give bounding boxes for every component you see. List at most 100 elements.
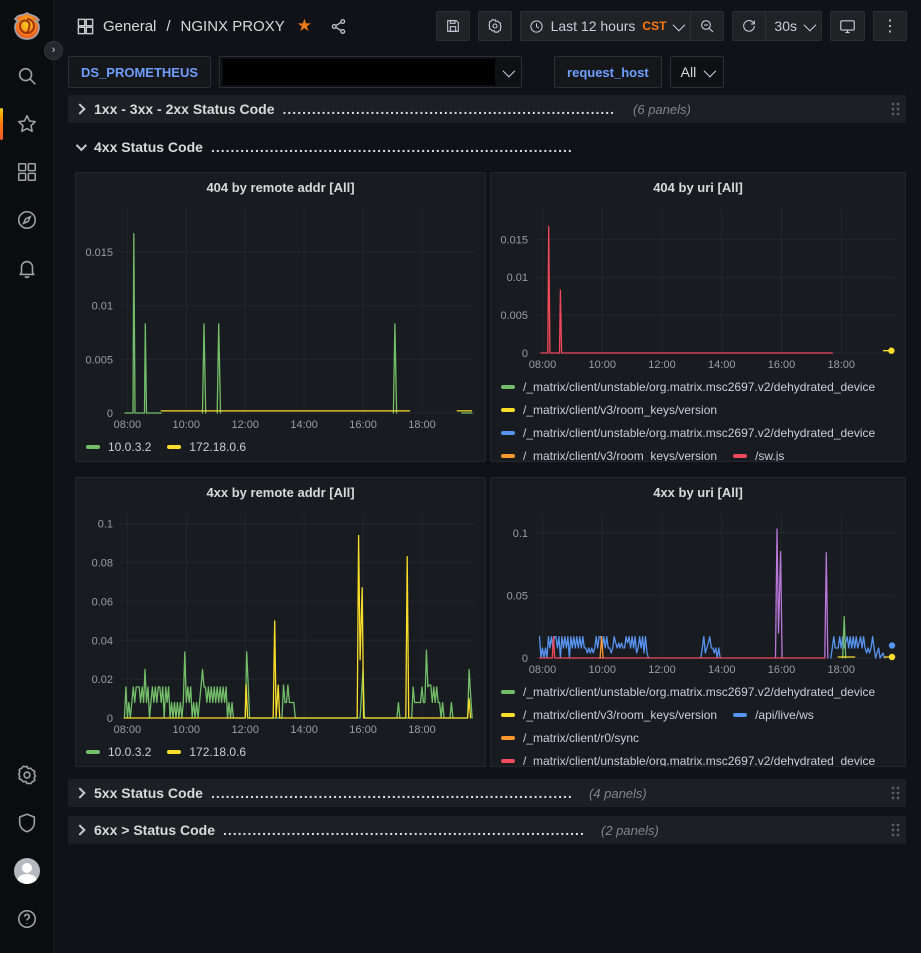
breadcrumb-section[interactable]: General <box>103 18 156 35</box>
legend-item[interactable]: /_matrix/client/unstable/org.matrix.msc2… <box>501 375 875 398</box>
magnifier-minus-icon <box>699 18 715 34</box>
share-button[interactable] <box>330 18 347 35</box>
series-point-marker <box>889 654 895 660</box>
time-range-picker[interactable]: Last 12 hours CST <box>520 11 692 41</box>
timeseries-plot[interactable]: 00.020.040.060.080.108:0010:0012:0014:00… <box>76 506 485 738</box>
variable-label-ds-prometheus[interactable]: DS_PROMETHEUS <box>68 56 211 88</box>
x-tick-label: 12:00 <box>231 724 259 736</box>
search-icon <box>16 65 38 87</box>
favorite-star-icon[interactable]: ★ <box>297 16 312 36</box>
panel-404-by-remote-addr: 404 by remote addr [All] 00.0050.010.015… <box>75 172 486 462</box>
legend-item[interactable]: 10.0.3.2 <box>86 435 151 458</box>
x-tick-label: 12:00 <box>648 359 676 371</box>
dashboard-settings-button[interactable] <box>478 11 512 41</box>
variable-label-request-host[interactable]: request_host <box>554 56 662 88</box>
legend-swatch <box>501 408 515 412</box>
legend-item[interactable]: /api/live/ws <box>733 703 814 726</box>
share-icon <box>330 18 347 35</box>
x-tick-label: 16:00 <box>349 419 377 431</box>
row-title: 1xx - 3xx - 2xx Status Code <box>94 101 275 117</box>
refresh-button[interactable] <box>732 11 766 41</box>
legend-item[interactable]: /_matrix/client/unstable/org.matrix.msc2… <box>501 749 875 766</box>
panel-legend: /_matrix/client/unstable/org.matrix.msc2… <box>491 678 905 766</box>
row-drag-handle[interactable] <box>890 101 900 117</box>
y-tick-label: 0 <box>522 653 528 665</box>
sidebar-item-server-admin[interactable] <box>0 799 54 847</box>
timezone-label: CST <box>642 19 666 33</box>
monitor-icon <box>839 18 856 35</box>
variable-value-request-host[interactable]: All <box>670 56 725 88</box>
panel-title[interactable]: 404 by remote addr [All] <box>76 173 485 201</box>
y-tick-label: 0.015 <box>500 234 528 246</box>
legend-item[interactable]: /_matrix/client/v3/room_keys/version <box>501 398 717 421</box>
sidebar-item-explore[interactable] <box>0 196 54 244</box>
series-line <box>541 226 832 353</box>
sidebar-item-dashboards[interactable] <box>0 148 54 196</box>
row-drag-handle[interactable] <box>890 822 900 838</box>
y-tick-label: 0.06 <box>92 596 113 608</box>
refresh-interval-picker[interactable]: 30s <box>766 11 822 41</box>
x-tick-label: 14:00 <box>290 419 318 431</box>
sidebar-item-help[interactable] <box>0 895 54 943</box>
x-tick-label: 18:00 <box>408 419 436 431</box>
row-title-leader: ........................................… <box>211 785 571 801</box>
row-title: 6xx > Status Code <box>94 822 215 838</box>
dashboards-grid-icon <box>16 161 38 183</box>
legend-label: /_matrix/client/v3/room_keys/version <box>523 403 717 417</box>
dashboard-canvas: 1xx - 3xx - 2xx Status Code ............… <box>54 92 921 844</box>
legend-label: /_matrix/client/unstable/org.matrix.msc2… <box>523 426 875 440</box>
legend-item[interactable]: 172.18.0.6 <box>167 740 246 763</box>
panel-title[interactable]: 404 by uri [All] <box>491 173 905 201</box>
sidebar-expand-button[interactable]: › <box>44 41 63 60</box>
legend-swatch <box>733 454 747 458</box>
legend-item[interactable]: /_matrix/client/unstable/org.matrix.msc2… <box>501 421 875 444</box>
row-header-4xx[interactable]: 4xx Status Code ........................… <box>68 133 906 161</box>
y-tick-label: 0.01 <box>507 272 528 284</box>
chevron-right-icon <box>74 103 85 114</box>
breadcrumb-title[interactable]: NGINX PROXY <box>181 18 285 35</box>
legend-swatch <box>501 759 515 763</box>
sidebar-item-alerting[interactable] <box>0 244 54 292</box>
legend-item[interactable]: /_matrix/client/unstable/org.matrix.msc2… <box>501 680 875 703</box>
help-icon <box>16 908 38 930</box>
timeseries-plot[interactable]: 00.050.108:0010:0012:0014:0016:0018:00 <box>491 506 905 678</box>
gear-icon <box>16 764 38 786</box>
chevron-down-icon <box>503 64 516 77</box>
time-picker-group: Last 12 hours CST <box>520 11 725 41</box>
tv-mode-button[interactable] <box>830 11 865 41</box>
legend-item[interactable]: /sw.js <box>733 444 784 461</box>
variables-bar: DS_PROMETHEUS request_host All <box>54 52 921 92</box>
row-header-6xx[interactable]: 6xx > Status Code ......................… <box>68 816 906 844</box>
legend-item[interactable]: 172.18.0.6 <box>167 435 246 458</box>
timeseries-plot[interactable]: 00.0050.010.01508:0010:0012:0014:0016:00… <box>491 201 905 373</box>
x-tick-label: 14:00 <box>708 664 736 676</box>
panel-404-by-uri: 404 by uri [All] 00.0050.010.01508:0010:… <box>490 172 906 462</box>
timeseries-plot[interactable]: 00.0050.010.01508:0010:0012:0014:0016:00… <box>76 201 485 433</box>
refresh-group: 30s <box>732 11 822 41</box>
sidebar-item-search[interactable] <box>0 52 54 100</box>
more-options-button[interactable]: ⋮ <box>873 11 907 41</box>
sidebar-item-starred[interactable] <box>0 100 54 148</box>
save-dashboard-button[interactable] <box>436 11 470 41</box>
legend-item[interactable]: /_matrix/client/v3/room_keys/version <box>501 703 717 726</box>
legend-item[interactable]: 10.0.3.2 <box>86 740 151 763</box>
legend-swatch <box>733 713 747 717</box>
row-header-5xx[interactable]: 5xx Status Code ........................… <box>68 779 906 807</box>
zoom-out-button[interactable] <box>691 11 724 41</box>
variable-value-ds-prometheus[interactable] <box>219 56 522 88</box>
panel-grid: 404 by remote addr [All] 00.0050.010.015… <box>75 172 906 767</box>
x-tick-label: 12:00 <box>231 419 259 431</box>
series-point-marker <box>888 348 894 354</box>
legend-swatch <box>167 445 181 449</box>
x-tick-label: 10:00 <box>588 359 616 371</box>
legend-item[interactable]: /_matrix/client/v3/room_keys/version <box>501 444 717 461</box>
panel-title[interactable]: 4xx by uri [All] <box>491 478 905 506</box>
x-tick-label: 16:00 <box>349 724 377 736</box>
panel-title[interactable]: 4xx by remote addr [All] <box>76 478 485 506</box>
legend-item[interactable]: /_matrix/client/r0/sync <box>501 726 639 749</box>
breadcrumb: General / NGINX PROXY ★ <box>76 16 347 36</box>
sidebar-item-configuration[interactable] <box>0 751 54 799</box>
row-drag-handle[interactable] <box>890 785 900 801</box>
sidebar-item-profile[interactable] <box>0 847 54 895</box>
row-header-1xx-3xx-2xx[interactable]: 1xx - 3xx - 2xx Status Code ............… <box>68 95 906 123</box>
